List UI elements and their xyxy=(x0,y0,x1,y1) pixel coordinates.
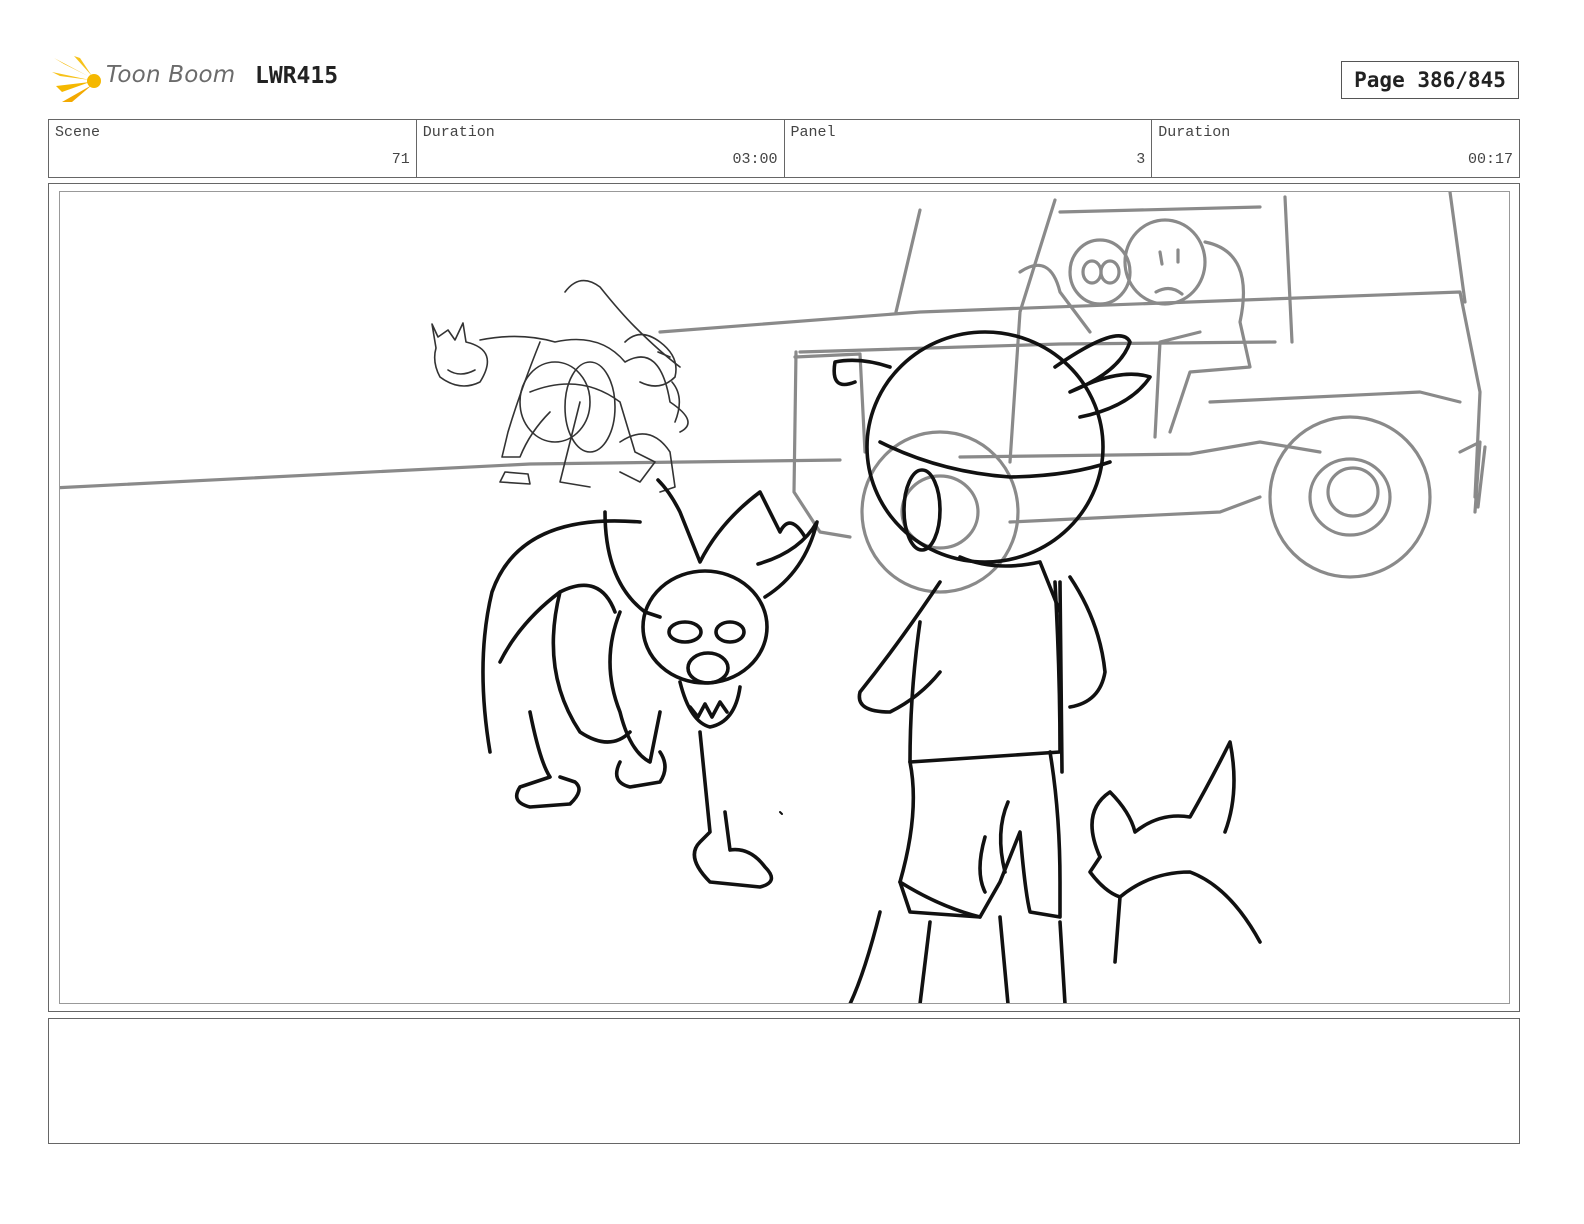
dog-character xyxy=(1088,740,1262,964)
background-layer xyxy=(60,192,1487,594)
scene-cell: Scene 71 xyxy=(49,120,417,177)
jeep-lower-line xyxy=(1008,495,1262,524)
hyena-head xyxy=(641,569,769,685)
panel-duration-cell: Duration 00:17 xyxy=(1152,120,1519,177)
boy-shorts xyxy=(898,750,1062,919)
boy-character xyxy=(832,330,1152,1003)
jeep-pillar-1 xyxy=(894,208,922,314)
jeep-pillar-3 xyxy=(1283,195,1294,344)
boy-arm-right xyxy=(1068,575,1107,709)
boy-leg-right xyxy=(998,915,1010,1003)
panel-duration-label: Duration xyxy=(1158,124,1231,141)
boy-suspender xyxy=(1058,580,1064,774)
panel-cell: Panel 3 xyxy=(785,120,1153,177)
scene-duration-cell: Duration 03:00 xyxy=(417,120,785,177)
hyena-back xyxy=(481,519,642,754)
passenger-2-head xyxy=(1123,218,1207,306)
jeep-rear-wheel xyxy=(1268,415,1432,579)
scene-duration-label: Duration xyxy=(422,124,495,141)
dog-back xyxy=(1088,855,1262,944)
page-indicator: Page 386/845 xyxy=(1341,61,1519,99)
jeep-pillar-2 xyxy=(1008,198,1057,464)
starburst-icon xyxy=(52,56,101,102)
notes-box xyxy=(48,1018,1520,1144)
scene-duration-value: 03:00 xyxy=(732,151,778,168)
jeep-body-line xyxy=(958,440,1322,459)
hyena-ear-right xyxy=(756,520,819,599)
hyena-front-paw xyxy=(692,730,774,889)
scene-value: 71 xyxy=(391,151,410,168)
hyena-mouth xyxy=(678,680,742,729)
brand-name: Toon Boom xyxy=(106,62,236,88)
jeep-grille xyxy=(793,352,867,454)
project-code: LWR415 xyxy=(255,63,339,89)
hyena-eye-left xyxy=(667,620,703,644)
jeep-roof-bar xyxy=(1058,205,1262,214)
dog-leg xyxy=(1113,895,1122,964)
dog-ears xyxy=(1090,740,1236,859)
scene-label: Scene xyxy=(55,124,101,141)
panel-value: 3 xyxy=(1136,151,1146,168)
jeep-front xyxy=(792,350,852,539)
boy-arm-left xyxy=(857,580,942,714)
panel-info-row: Scene 71 Duration 03:00 Panel 3 Duration… xyxy=(48,119,1520,178)
sketch-illustration xyxy=(60,192,1487,1003)
distant-hyenas xyxy=(431,279,689,493)
boy-hair-tuft xyxy=(1053,334,1152,419)
boy-leg-left xyxy=(848,910,882,1003)
hyena-nose xyxy=(686,651,730,685)
boy-torso xyxy=(908,580,1062,764)
panel-label: Panel xyxy=(790,124,836,141)
hyena-mane xyxy=(656,478,807,564)
hyena-character xyxy=(481,478,819,889)
jeep-pillar-4 xyxy=(1448,192,1467,304)
hyena-eye-right xyxy=(714,620,746,644)
hyena-hind-paw xyxy=(514,710,581,809)
horizon-line xyxy=(60,458,842,490)
panel-duration-value: 00:17 xyxy=(1467,151,1513,168)
storyboard-drawing xyxy=(59,191,1510,1004)
jeep-side-line xyxy=(1208,390,1462,404)
